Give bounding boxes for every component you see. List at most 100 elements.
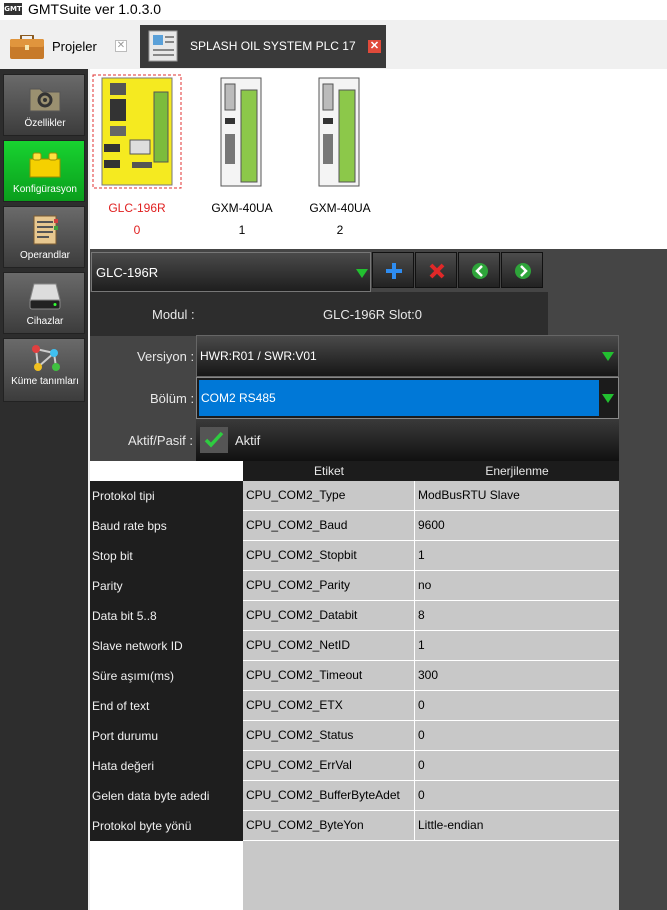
chevron-down-icon bbox=[602, 394, 614, 403]
sidebar: Özellikler Konfigürasyon Operandlar Ciha… bbox=[0, 69, 88, 910]
sidebar-item-cihazlar[interactable]: Cihazlar bbox=[3, 272, 85, 334]
versiyon-value: HWR:R01 / SWR:V01 bbox=[200, 349, 317, 363]
sidebar-item-operandlar[interactable]: Operandlar bbox=[3, 206, 85, 268]
tag-cell[interactable]: CPU_COM2_Type bbox=[243, 481, 415, 511]
table-row[interactable]: Hata değeri CPU_COM2_ErrVal 0 bbox=[90, 751, 619, 781]
tab-projeler[interactable]: Projeler ✕ bbox=[4, 26, 134, 68]
table-row[interactable]: Slave network ID CPU_COM2_NetID 1 bbox=[90, 631, 619, 661]
module-index: 2 bbox=[336, 223, 344, 237]
expansion-module-image bbox=[318, 77, 360, 187]
table-row[interactable]: End of text CPU_COM2_ETX 0 bbox=[90, 691, 619, 721]
tag-cell[interactable]: CPU_COM2_Status bbox=[243, 721, 415, 751]
table-empty-area bbox=[243, 841, 619, 910]
module-name: GXM-40UA bbox=[211, 201, 273, 215]
expansion-module-image bbox=[220, 77, 262, 187]
param-name-cell: Protokol tipi bbox=[90, 481, 243, 511]
bolum-dropdown[interactable]: COM2 RS485 bbox=[196, 377, 619, 419]
close-icon[interactable]: ✕ bbox=[368, 40, 381, 53]
table-corner bbox=[90, 461, 243, 481]
column-header-enerjilenme: Enerjilenme bbox=[485, 464, 549, 478]
modul-label: Modul : bbox=[152, 307, 195, 322]
table-row[interactable]: Gelen data byte adedi CPU_COM2_BufferByte… bbox=[90, 781, 619, 811]
table-row[interactable]: Süre aşımı(ms) CPU_COM2_Timeout 300 bbox=[90, 661, 619, 691]
document-icon bbox=[148, 30, 178, 62]
tab-label: SPLASH OIL SYSTEM PLC 17 bbox=[190, 39, 356, 53]
aktif-checkbox[interactable] bbox=[200, 427, 228, 453]
move-right-button[interactable] bbox=[501, 252, 543, 288]
notebook-icon bbox=[33, 215, 58, 245]
tag-cell[interactable]: CPU_COM2_BufferByteAdet bbox=[243, 781, 415, 811]
value-cell[interactable]: ModBusRTU Slave bbox=[415, 481, 619, 511]
table-header: Etiket Enerjilenme bbox=[243, 461, 619, 481]
tab-splash-oil-system[interactable]: SPLASH OIL SYSTEM PLC 17 ✕ bbox=[140, 25, 386, 68]
chevron-down-icon bbox=[356, 269, 368, 278]
param-name-cell: Baud rate bps bbox=[90, 511, 243, 541]
versiyon-dropdown[interactable]: HWR:R01 / SWR:V01 bbox=[196, 335, 619, 377]
aktif-pasif-label: Aktif/Pasif : bbox=[128, 433, 194, 448]
tab-label: Projeler bbox=[52, 39, 97, 54]
tag-cell[interactable]: CPU_COM2_ByteYon bbox=[243, 811, 415, 841]
briefcase-icon bbox=[10, 35, 44, 59]
table-row[interactable]: Data bit 5..8 CPU_COM2_Databit 8 bbox=[90, 601, 619, 631]
bolum-value: COM2 RS485 bbox=[201, 391, 276, 405]
value-cell[interactable]: 1 bbox=[415, 541, 619, 571]
tag-cell[interactable]: CPU_COM2_NetID bbox=[243, 631, 415, 661]
close-icon[interactable]: ✕ bbox=[115, 40, 127, 52]
tag-cell[interactable]: CPU_COM2_Stopbit bbox=[243, 541, 415, 571]
tag-cell[interactable]: CPU_COM2_ErrVal bbox=[243, 751, 415, 781]
table-row[interactable]: Protokol tipi CPU_COM2_Type ModBusRTU Slav… bbox=[90, 481, 619, 511]
table-row[interactable]: Parity CPU_COM2_Parity no bbox=[90, 571, 619, 601]
module-name: GXM-40UA bbox=[309, 201, 371, 215]
module-index: 0 bbox=[133, 223, 141, 237]
table-row[interactable]: Protokol byte yönü CPU_COM2_ByteYon Little… bbox=[90, 811, 619, 841]
sidebar-item-label: Özellikler bbox=[24, 118, 66, 129]
delete-x-icon bbox=[429, 263, 445, 279]
value-cell[interactable]: 0 bbox=[415, 781, 619, 811]
value-cell[interactable]: 0 bbox=[415, 751, 619, 781]
param-name-cell: Stop bit bbox=[90, 541, 243, 571]
module-rack: GLC-196R 0 GXM-40UA 1 GXM-40UA 2 bbox=[90, 69, 667, 249]
move-left-button[interactable] bbox=[458, 252, 500, 288]
tag-cell[interactable]: CPU_COM2_Timeout bbox=[243, 661, 415, 691]
plus-icon bbox=[386, 263, 402, 279]
table-row[interactable]: Baud rate bps CPU_COM2_Baud 9600 bbox=[90, 511, 619, 541]
value-cell[interactable]: 1 bbox=[415, 631, 619, 661]
param-name-cell: Protokol byte yönü bbox=[90, 811, 243, 841]
window-title: GMTSuite ver 1.0.3.0 bbox=[28, 1, 162, 17]
lego-brick-icon bbox=[29, 152, 61, 178]
value-cell[interactable]: no bbox=[415, 571, 619, 601]
checkmark-icon bbox=[204, 431, 224, 448]
sidebar-item-konfigurasyon[interactable]: Konfigürasyon bbox=[3, 140, 85, 202]
table-row[interactable]: Stop bit CPU_COM2_Stopbit 1 bbox=[90, 541, 619, 571]
param-name-cell: Gelen data byte adedi bbox=[90, 781, 243, 811]
chevron-down-icon bbox=[602, 352, 614, 361]
sidebar-item-ozellikler[interactable]: Özellikler bbox=[3, 74, 85, 136]
tag-cell[interactable]: CPU_COM2_Parity bbox=[243, 571, 415, 601]
value-cell[interactable]: 300 bbox=[415, 661, 619, 691]
modul-value: GLC-196R Slot:0 bbox=[323, 307, 422, 322]
sidebar-item-kume-tanimlari[interactable]: Küme tanımları bbox=[3, 338, 85, 402]
versiyon-label: Versiyon : bbox=[137, 349, 195, 364]
sidebar-item-label: Konfigürasyon bbox=[13, 184, 77, 195]
module-select-dropdown[interactable]: GLC-196R bbox=[91, 252, 371, 292]
hard-drive-icon bbox=[29, 283, 61, 310]
table-row[interactable]: Port durumu CPU_COM2_Status 0 bbox=[90, 721, 619, 751]
delete-button[interactable] bbox=[415, 252, 457, 288]
value-cell[interactable]: 0 bbox=[415, 721, 619, 751]
value-cell[interactable]: 0 bbox=[415, 691, 619, 721]
module-name: GLC-196R bbox=[108, 201, 166, 215]
param-name-cell: Slave network ID bbox=[90, 631, 243, 661]
module-index: 1 bbox=[238, 223, 246, 237]
tag-cell[interactable]: CPU_COM2_Databit bbox=[243, 601, 415, 631]
value-cell[interactable]: Little-endian bbox=[415, 811, 619, 841]
tag-cell[interactable]: CPU_COM2_Baud bbox=[243, 511, 415, 541]
table-empty-area bbox=[90, 841, 243, 910]
tag-cell[interactable]: CPU_COM2_ETX bbox=[243, 691, 415, 721]
add-button[interactable] bbox=[372, 252, 414, 288]
value-cell[interactable]: 8 bbox=[415, 601, 619, 631]
bolum-selection: COM2 RS485 bbox=[199, 380, 599, 416]
param-name-cell: Parity bbox=[90, 571, 243, 601]
value-cell[interactable]: 9600 bbox=[415, 511, 619, 541]
app-logo-icon: GMT bbox=[4, 3, 22, 15]
arrow-right-icon bbox=[515, 263, 531, 279]
